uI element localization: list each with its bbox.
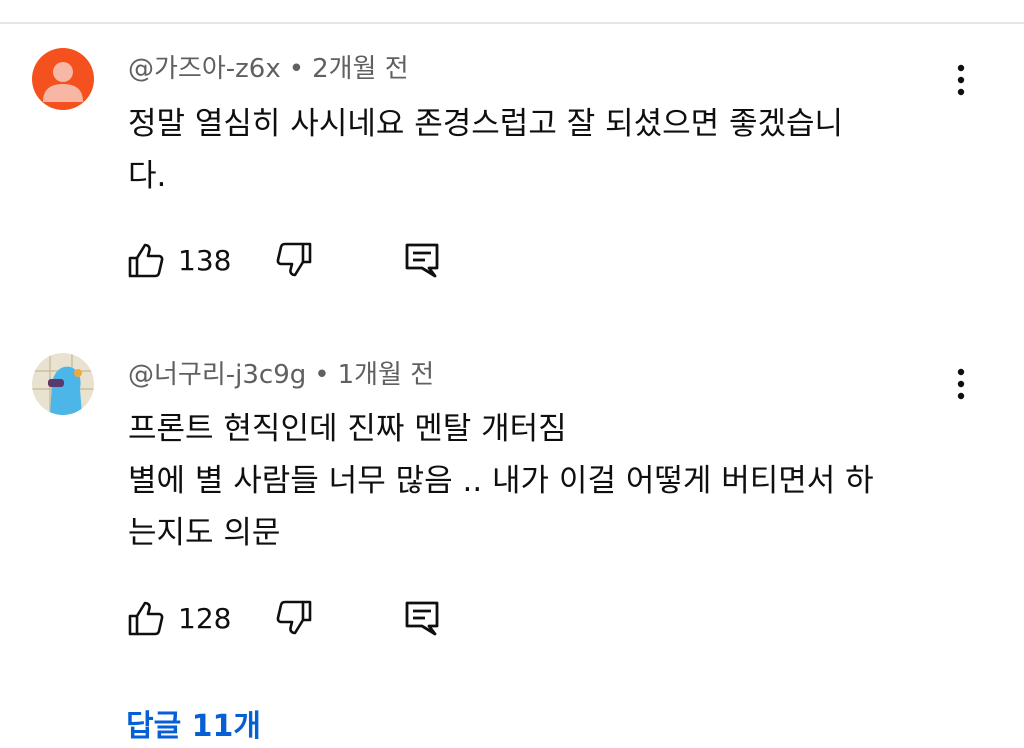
comment-time[interactable]: 1개월 전 (338, 360, 435, 390)
like-icon[interactable] (126, 240, 166, 280)
meta-separator: • (314, 360, 330, 390)
comment-line: 는지도 의문 (128, 515, 281, 551)
dislike-icon[interactable] (274, 598, 314, 638)
comment-actions: 128 (126, 598, 466, 642)
like-count: 128 (178, 602, 232, 635)
more-options-icon (957, 368, 965, 400)
comment-author[interactable]: @가즈아-z6x (128, 54, 281, 84)
meta-separator: • (288, 54, 305, 84)
more-options-button[interactable] (944, 362, 978, 406)
comment-time[interactable]: 2개월 전 (312, 54, 409, 84)
avatar[interactable] (32, 353, 94, 415)
comment-actions: 138 (126, 240, 466, 284)
reply-icon[interactable] (402, 598, 442, 638)
comment-line: 정말 열심히 사시네요 존경스럽고 잘 되셨으면 좋겠습니 (128, 106, 844, 142)
like-count: 138 (178, 244, 232, 277)
comment-meta: @너구리-j3c9g • 1개월 전 (128, 358, 434, 392)
comment-author[interactable]: @너구리-j3c9g (128, 360, 306, 390)
comment-text: 정말 열심히 사시네요 존경스럽고 잘 되셨으면 좋겠습니 다. (128, 98, 948, 202)
comment-text: 프론트 현직인데 진짜 멘탈 개터짐 별에 별 사람들 너무 많음 .. 내가 … (128, 403, 948, 559)
comment-line: 다. (128, 158, 167, 194)
more-options-button[interactable] (944, 58, 978, 102)
dislike-icon[interactable] (274, 240, 314, 280)
view-replies-button[interactable]: 답글 11개 (126, 707, 261, 747)
profile-picture-icon (32, 353, 94, 415)
like-icon[interactable] (126, 598, 166, 638)
avatar[interactable] (32, 48, 94, 110)
reply-icon[interactable] (402, 240, 442, 280)
comment-meta: @가즈아-z6x • 2개월 전 (128, 52, 409, 86)
comment-line: 프론트 현직인데 진짜 멘탈 개터짐 (128, 411, 567, 447)
more-options-icon (957, 64, 965, 96)
default-avatar-icon (32, 48, 94, 110)
top-divider (0, 22, 1024, 24)
comment-line: 별에 별 사람들 너무 많음 .. 내가 이걸 어떻게 버티면서 하 (128, 463, 874, 499)
